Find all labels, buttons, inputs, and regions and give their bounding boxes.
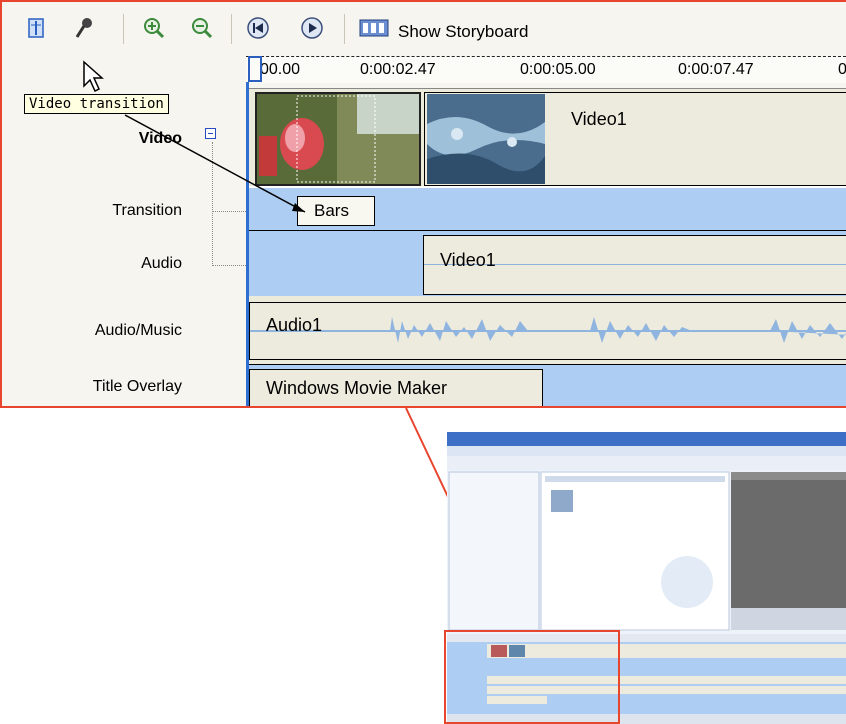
zoom-region-highlight bbox=[444, 630, 620, 724]
